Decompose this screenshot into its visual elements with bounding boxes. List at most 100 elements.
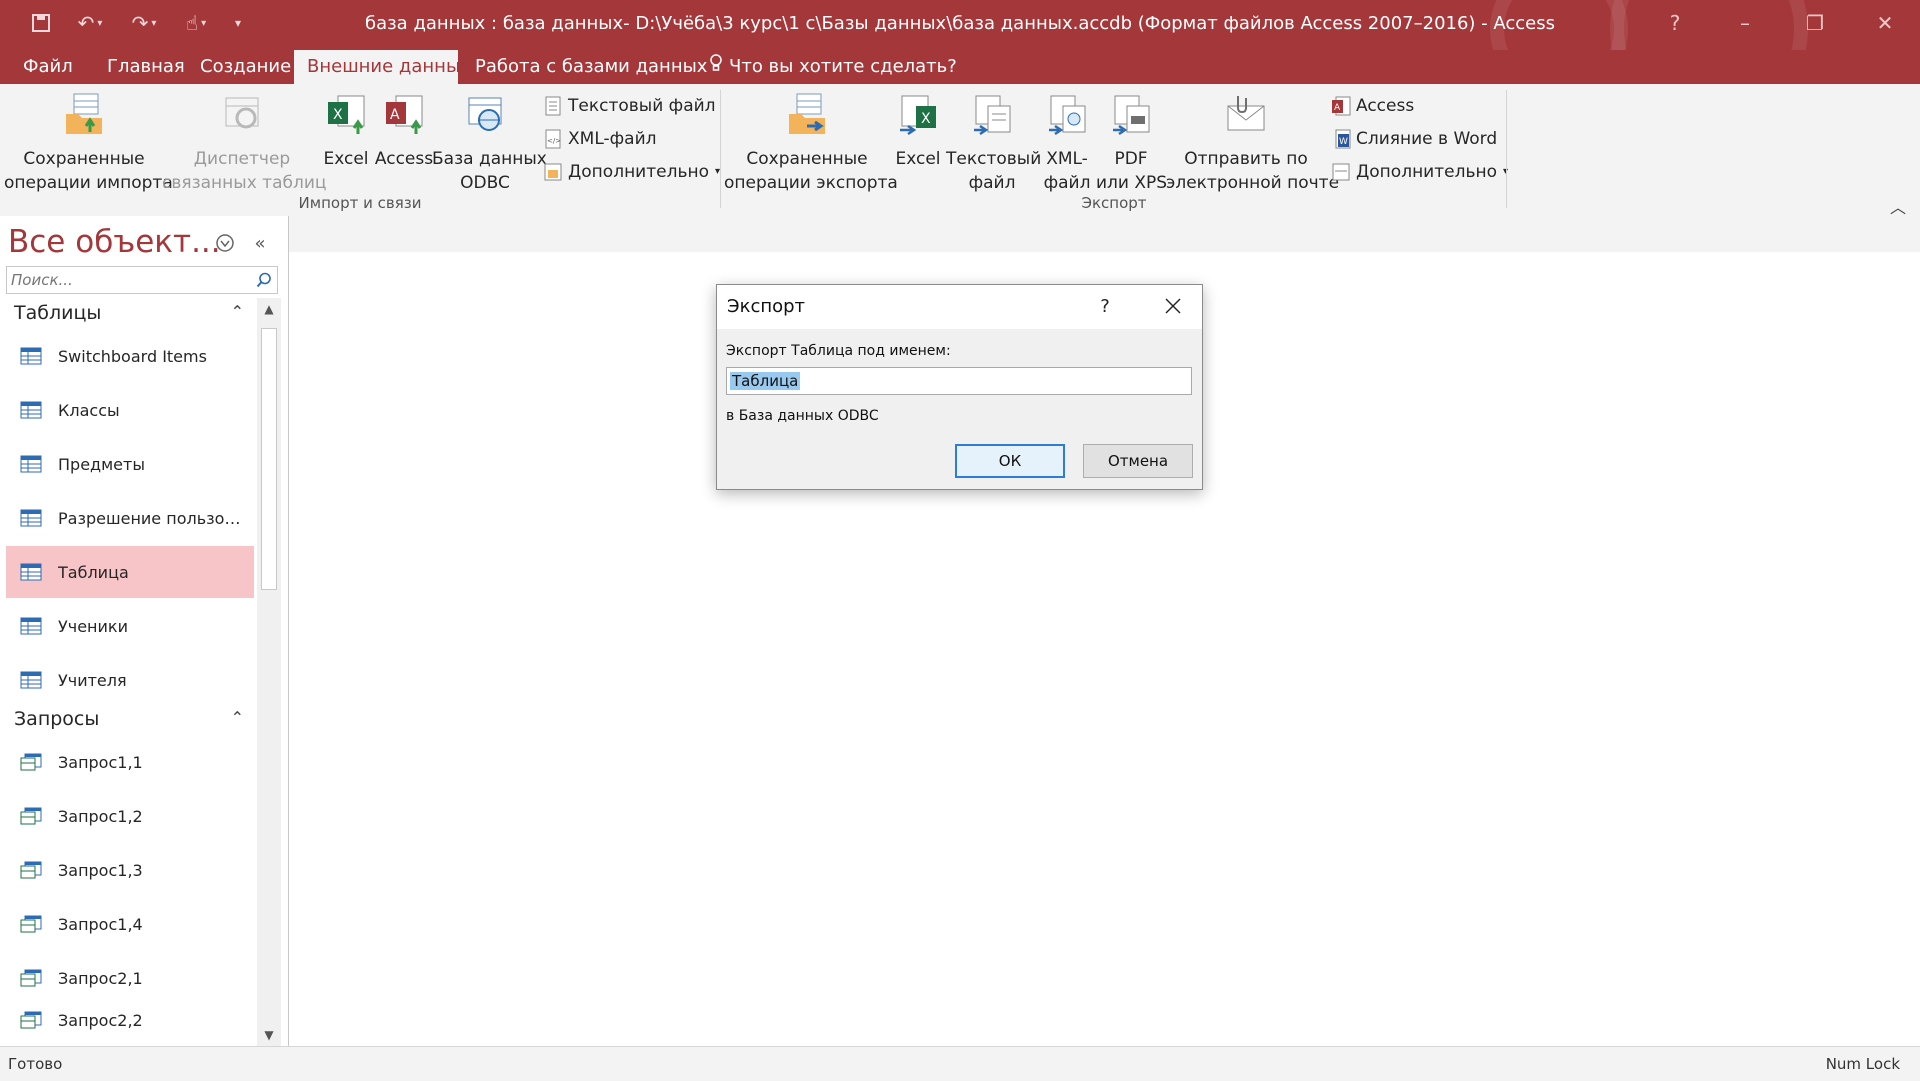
import-odbc-button[interactable]: База данных ODBC bbox=[432, 92, 547, 195]
table-item[interactable]: Предметы bbox=[6, 438, 254, 490]
num-lock-indicator: Num Lock bbox=[1825, 1055, 1900, 1073]
table-item-label: Разрешение пользовате... bbox=[58, 508, 248, 528]
import-xml-file-button[interactable]: </> XML-файл bbox=[542, 125, 657, 153]
export-pdf-button[interactable]: PDF или XPS bbox=[1096, 92, 1167, 195]
table-item[interactable]: Ученики bbox=[6, 600, 254, 652]
more-export-icon bbox=[1332, 163, 1350, 181]
table-icon bbox=[20, 563, 42, 581]
group-separator bbox=[1506, 90, 1507, 208]
export-excel-button[interactable]: X Excel bbox=[892, 92, 944, 171]
query-item-label: Запрос1,3 bbox=[58, 860, 143, 880]
cancel-button[interactable]: Отмена bbox=[1083, 444, 1193, 478]
query-item[interactable]: Запрос2,2 bbox=[6, 994, 254, 1046]
query-item[interactable]: Запрос1,1 bbox=[6, 736, 254, 788]
redo-icon[interactable]: ↷ ▾ bbox=[124, 10, 164, 36]
export-text-file-button[interactable]: Текстовый файл bbox=[946, 92, 1042, 195]
touch-mode-icon[interactable]: ☝ ▾ bbox=[176, 10, 216, 36]
ok-button[interactable]: ОК bbox=[955, 444, 1065, 478]
dialog-title: Экспорт bbox=[727, 296, 806, 317]
excel-icon: X bbox=[328, 95, 365, 134]
tab-database-tools[interactable]: Работа с базами данных bbox=[462, 50, 720, 84]
export-name-input[interactable]: Таблица bbox=[726, 367, 1192, 395]
export-xml-file-button[interactable]: XML- файл bbox=[1040, 92, 1094, 195]
query-item[interactable]: Запрос1,4 bbox=[6, 898, 254, 950]
linked-table-manager-button[interactable]: Диспетчер связанных таблиц bbox=[162, 92, 326, 195]
svg-text:A: A bbox=[390, 107, 400, 123]
scrollbar-thumb[interactable] bbox=[261, 328, 277, 590]
saved-exports-label: Сохраненные операции экспорта bbox=[724, 149, 898, 193]
close-button[interactable]: ✕ bbox=[1850, 0, 1920, 46]
export-name-label: Экспорт Таблица под именем: bbox=[726, 343, 951, 359]
query-item[interactable]: Запрос1,2 bbox=[6, 790, 254, 842]
query-item[interactable]: Запрос1,3 bbox=[6, 844, 254, 896]
lightbulb-icon bbox=[709, 50, 723, 84]
saved-imports-button[interactable]: Сохраненные операции импорта bbox=[4, 92, 173, 195]
shutter-bar-collapse-icon[interactable]: « bbox=[247, 230, 273, 256]
section-tables[interactable]: Таблицы ⌃ bbox=[6, 298, 254, 330]
query-icon bbox=[20, 1011, 42, 1029]
table-item-label: Ученики bbox=[58, 616, 128, 636]
import-excel-button[interactable]: X Excel bbox=[318, 92, 374, 171]
text-file-export-icon bbox=[974, 95, 1011, 136]
table-icon bbox=[20, 347, 42, 365]
table-item-label: Switchboard Items bbox=[58, 346, 207, 366]
customize-qat-icon[interactable]: ▾ bbox=[228, 10, 248, 36]
ribbon-tabs: Файл Главная Создание Внешние данные Раб… bbox=[0, 50, 1920, 84]
restore-button[interactable]: ❐ bbox=[1780, 0, 1850, 46]
email-label: Отправить по электронной почте bbox=[1166, 149, 1340, 193]
query-icon bbox=[20, 861, 42, 879]
nav-pane-title[interactable]: Все объект... bbox=[8, 224, 221, 260]
export-more-button[interactable]: Дополнительно ▾ bbox=[1330, 158, 1508, 186]
import-text-file-button[interactable]: Текстовый файл bbox=[542, 92, 716, 120]
section-queries[interactable]: Запросы ⌃ bbox=[6, 704, 254, 736]
collapse-ribbon-icon[interactable]: ︿ bbox=[1890, 194, 1906, 218]
tab-home[interactable]: Главная bbox=[94, 50, 198, 84]
export-target-label: в База данных ODBC bbox=[726, 408, 879, 424]
nav-scrollbar[interactable]: ▲ ▼ bbox=[257, 298, 281, 1046]
query-item-label: Запрос2,2 bbox=[58, 1010, 143, 1030]
collapse-section-icon[interactable]: ⌃ bbox=[231, 302, 244, 321]
export-group-label: Экспорт bbox=[1081, 194, 1147, 212]
search-icon[interactable] bbox=[251, 267, 277, 293]
access-small-icon: A bbox=[1332, 96, 1351, 116]
scroll-up-icon[interactable]: ▲ bbox=[257, 298, 281, 320]
xml-file-icon: </> bbox=[545, 129, 561, 149]
table-item-label: Таблица bbox=[58, 562, 129, 582]
nav-menu-dropdown-icon[interactable] bbox=[212, 230, 238, 256]
undo-icon[interactable]: ↶ ▾ bbox=[70, 10, 110, 36]
tab-create[interactable]: Создание bbox=[187, 50, 304, 84]
email-button[interactable]: Отправить по электронной почте bbox=[1166, 92, 1340, 195]
table-item-selected[interactable]: Таблица bbox=[6, 546, 254, 598]
close-icon bbox=[1165, 298, 1181, 314]
word-merge-label: Слияние в Word bbox=[1356, 129, 1498, 149]
import-more-button[interactable]: Дополнительно ▾ bbox=[542, 158, 720, 186]
excel-export-icon: X bbox=[900, 95, 936, 136]
dialog-close-button[interactable] bbox=[1153, 291, 1193, 321]
export-access-button[interactable]: A Access bbox=[1330, 92, 1414, 120]
saved-exports-button[interactable]: Сохраненные операции экспорта bbox=[724, 92, 898, 195]
import-access-button[interactable]: A Access bbox=[374, 92, 434, 171]
table-item[interactable]: Switchboard Items bbox=[6, 330, 254, 382]
minimize-button[interactable]: – bbox=[1710, 0, 1780, 46]
access-icon: A bbox=[386, 95, 423, 134]
table-item[interactable]: Разрешение пользовате... bbox=[6, 492, 254, 544]
table-item[interactable]: Классы bbox=[6, 384, 254, 436]
word-merge-button[interactable]: W Слияние в Word bbox=[1330, 125, 1497, 153]
navigation-pane: Все объект... « Таблицы ⌃ Switchboard It… bbox=[0, 216, 289, 1046]
table-item[interactable]: Учителя bbox=[6, 654, 254, 706]
export-dialog: Экспорт ? Экспорт Таблица под именем: Та… bbox=[716, 284, 1203, 490]
search-box bbox=[6, 266, 278, 294]
collapse-section-icon[interactable]: ⌃ bbox=[231, 708, 244, 727]
tab-file[interactable]: Файл bbox=[10, 50, 86, 84]
import-text-file-label: Текстовый файл bbox=[568, 96, 716, 116]
help-icon[interactable]: ? bbox=[1640, 0, 1710, 46]
save-icon[interactable] bbox=[26, 10, 56, 36]
export-excel-label: Excel bbox=[895, 149, 941, 169]
search-input[interactable] bbox=[7, 267, 260, 293]
tell-me-box[interactable]: Что вы хотите сделать? bbox=[696, 50, 970, 84]
dialog-help-button[interactable]: ? bbox=[1087, 291, 1123, 321]
table-item-label: Классы bbox=[58, 400, 120, 420]
scroll-down-icon[interactable]: ▼ bbox=[257, 1024, 281, 1046]
tab-external-data[interactable]: Внешние данные bbox=[294, 50, 471, 84]
export-text-file-label: Текстовый файл bbox=[946, 149, 1042, 193]
